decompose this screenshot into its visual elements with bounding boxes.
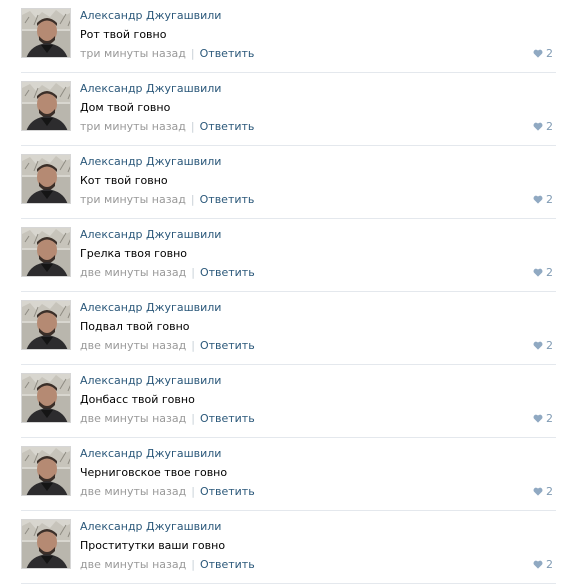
comment-text: Донбасс твой говно [80, 393, 195, 406]
comment-author-link[interactable]: Александр Джугашвили [80, 228, 221, 241]
comment-meta: три минуты назад | Ответить [80, 120, 254, 133]
avatar[interactable] [21, 519, 71, 569]
comment-author-link[interactable]: Александр Джугашвили [80, 447, 221, 460]
like-button[interactable]: 2 [533, 47, 553, 60]
avatar[interactable] [21, 446, 71, 496]
comment-meta: три минуты назад | Ответить [80, 47, 254, 60]
like-button[interactable]: 2 [533, 485, 553, 498]
avatar-photo [22, 374, 70, 422]
comment-meta: две минуты назад | Ответить [80, 485, 255, 498]
like-count: 2 [546, 558, 553, 571]
heart-icon [533, 487, 543, 496]
avatar[interactable] [21, 227, 71, 277]
reply-link[interactable]: Ответить [200, 47, 255, 60]
reply-link[interactable]: Ответить [200, 193, 255, 206]
comment-text: Кот твой говно [80, 174, 168, 187]
comment-meta: три минуты назад | Ответить [80, 193, 254, 206]
comment-text: Проститутки ваши говно [80, 539, 226, 552]
comment: Александр Джугашвили Дом твой говно три … [0, 73, 576, 146]
avatar[interactable] [21, 81, 71, 131]
meta-separator: | [190, 193, 195, 206]
like-count: 2 [546, 120, 553, 133]
avatar[interactable] [21, 154, 71, 204]
comment-timestamp[interactable]: три минуты назад [80, 120, 186, 133]
reply-link[interactable]: Ответить [200, 120, 255, 133]
comment-timestamp[interactable]: две минуты назад [80, 339, 186, 352]
meta-separator: | [191, 412, 195, 425]
reply-link[interactable]: Ответить [200, 412, 255, 425]
heart-icon [533, 341, 543, 350]
comment: Александр Джугашвили Донбасс твой говно … [0, 365, 576, 438]
comment-timestamp[interactable]: две минуты назад [80, 558, 186, 571]
like-count: 2 [546, 339, 553, 352]
comment: Александр Джугашвили Черниговское твое г… [0, 438, 576, 511]
like-count: 2 [546, 266, 553, 279]
heart-icon [533, 49, 543, 58]
comment-text: Черниговское твое говно [80, 466, 228, 479]
avatar-photo [22, 9, 70, 57]
comment-timestamp[interactable]: три минуты назад [80, 47, 186, 60]
like-count: 2 [546, 485, 553, 498]
heart-icon [533, 195, 543, 204]
avatar-photo [22, 82, 70, 130]
meta-separator: | [191, 266, 195, 279]
like-button[interactable]: 2 [533, 558, 553, 571]
comment: Александр Джугашвили Кот твой говно три … [0, 146, 576, 219]
comment-author-link[interactable]: Александр Джугашвили [80, 155, 221, 168]
comment-author-link[interactable]: Александр Джугашвили [80, 9, 221, 22]
comment-author-link[interactable]: Александр Джугашвили [80, 374, 221, 387]
comment-text: Дом твой говно [80, 101, 171, 114]
comment: Александр Джугашвили Проститутки ваши го… [0, 511, 576, 584]
like-count: 2 [546, 412, 553, 425]
comment-text: Рот твой говно [80, 28, 167, 41]
meta-separator: | [191, 339, 195, 352]
avatar-photo [22, 301, 70, 349]
heart-icon [533, 560, 543, 569]
heart-icon [533, 122, 543, 131]
like-button[interactable]: 2 [533, 266, 553, 279]
comment: Александр Джугашвили Подвал твой говно д… [0, 292, 576, 365]
comment-meta: две минуты назад | Ответить [80, 339, 255, 352]
heart-icon [533, 414, 543, 423]
like-button[interactable]: 2 [533, 120, 553, 133]
heart-icon [533, 268, 543, 277]
like-button[interactable]: 2 [533, 193, 553, 206]
avatar[interactable] [21, 8, 71, 58]
comment-meta: две минуты назад | Ответить [80, 558, 255, 571]
like-count: 2 [546, 193, 553, 206]
comment-text: Грелка твоя говно [80, 247, 188, 260]
meta-separator: | [190, 47, 195, 60]
comment-text: Подвал твой говно [80, 320, 190, 333]
comment-author-link[interactable]: Александр Джугашвили [80, 301, 221, 314]
avatar-photo [22, 155, 70, 203]
meta-separator: | [191, 558, 195, 571]
avatar-photo [22, 520, 70, 568]
like-count: 2 [546, 47, 553, 60]
like-button[interactable]: 2 [533, 339, 553, 352]
comment-author-link[interactable]: Александр Джугашвили [80, 82, 221, 95]
reply-link[interactable]: Ответить [200, 485, 255, 498]
like-button[interactable]: 2 [533, 412, 553, 425]
avatar-photo [22, 228, 70, 276]
reply-link[interactable]: Ответить [200, 266, 255, 279]
reply-link[interactable]: Ответить [200, 339, 255, 352]
avatar[interactable] [21, 373, 71, 423]
comment-author-link[interactable]: Александр Джугашвили [80, 520, 221, 533]
comment-timestamp[interactable]: две минуты назад [80, 266, 186, 279]
meta-separator: | [191, 485, 195, 498]
comment-timestamp[interactable]: три минуты назад [80, 193, 186, 206]
comment-meta: две минуты назад | Ответить [80, 266, 255, 279]
meta-separator: | [190, 120, 195, 133]
comment-timestamp[interactable]: две минуты назад [80, 485, 186, 498]
comment-timestamp[interactable]: две минуты назад [80, 412, 186, 425]
avatar-photo [22, 447, 70, 495]
comment-meta: две минуты назад | Ответить [80, 412, 255, 425]
comment: Александр Джугашвили Рот твой говно три … [0, 0, 576, 73]
comment: Александр Джугашвили Грелка твоя говно д… [0, 219, 576, 292]
avatar[interactable] [21, 300, 71, 350]
reply-link[interactable]: Ответить [200, 558, 255, 571]
